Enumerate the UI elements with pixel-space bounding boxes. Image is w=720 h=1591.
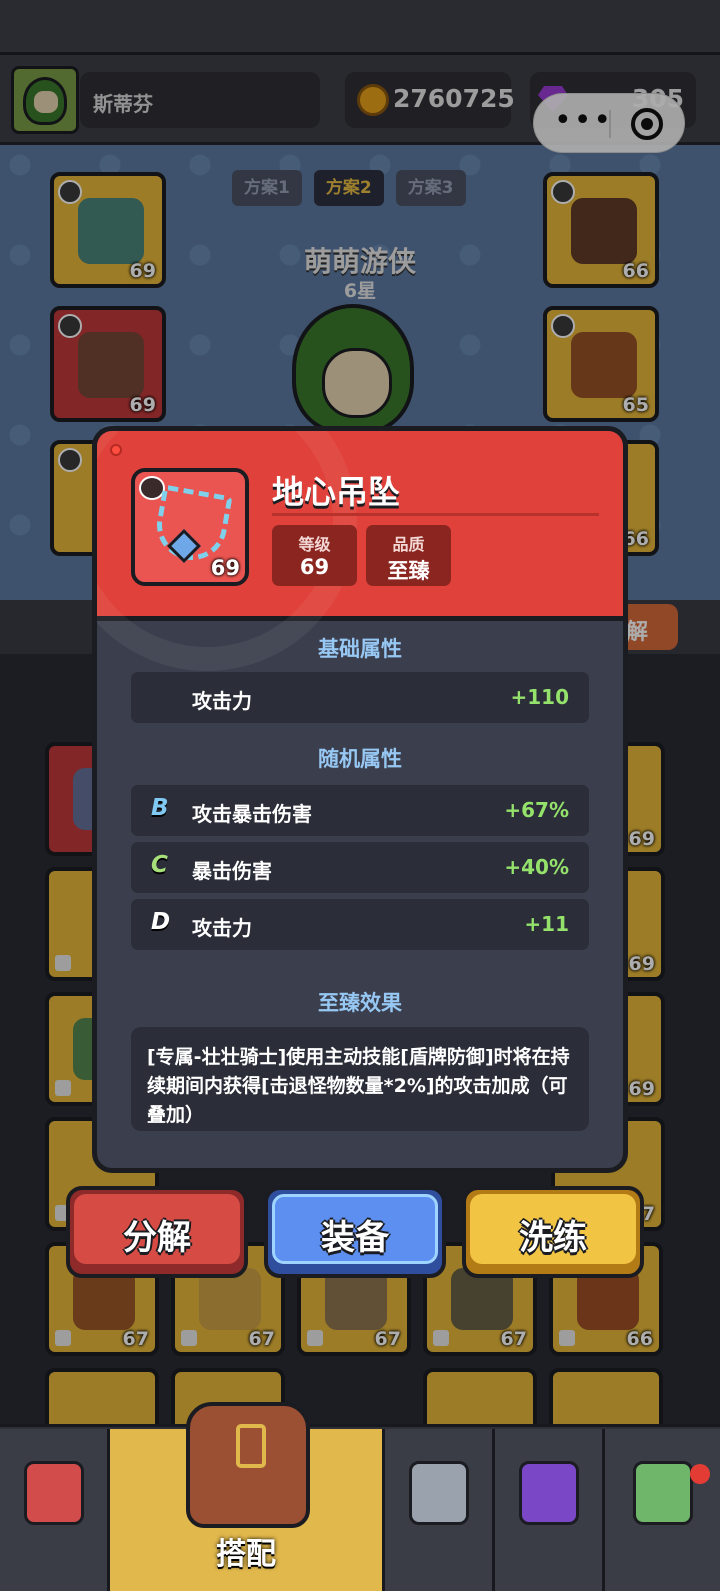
nav-book[interactable]	[495, 1429, 605, 1591]
item-level-box: 等级 69	[272, 525, 357, 586]
stat-name: 暴击伤害	[192, 859, 272, 883]
nav-map[interactable]	[605, 1429, 720, 1591]
map-icon	[632, 1461, 693, 1525]
random-stat-row: C 暴击伤害 +40%	[131, 842, 589, 893]
nav-battle[interactable]	[385, 1429, 495, 1591]
reforge-button[interactable]: 洗练	[462, 1186, 644, 1278]
random-stat-row: D 攻击力 +11	[131, 899, 589, 950]
bag-icon[interactable]	[186, 1402, 310, 1528]
notification-dot	[690, 1464, 710, 1484]
quality-label: 品质	[392, 535, 425, 554]
bottom-nav: 搭配	[0, 1424, 720, 1591]
stat-tier-badge: C	[151, 852, 168, 878]
stat-value: +11	[524, 912, 569, 936]
quality-value: 至臻	[387, 559, 430, 583]
decompose-label: 分解	[123, 1218, 191, 1258]
item-icon-frame: 69	[131, 468, 249, 586]
nav-loadout-label: 搭配	[216, 1537, 276, 1572]
top-bar	[0, 0, 720, 55]
equip-button[interactable]: 装备	[264, 1186, 446, 1278]
stat-value: +67%	[504, 798, 569, 822]
stat-tier-badge: D	[151, 909, 171, 935]
stat-tier-badge: B	[151, 795, 169, 821]
stat-name: 攻击暴击伤害	[192, 802, 312, 826]
item-name: 地心吊坠	[272, 473, 401, 511]
stat-value: +40%	[504, 855, 569, 879]
stat-name: 攻击力	[192, 689, 252, 713]
effect-description: [专属-壮壮骑士]使用主动技能[盾牌防御]时将在持续期间内获得[击退怪物数量*2…	[131, 1027, 589, 1131]
book-icon	[518, 1461, 579, 1525]
basic-stat-row: 攻击力 +110	[131, 672, 589, 723]
random-stat-row: B 攻击暴击伤害 +67%	[131, 785, 589, 836]
stat-name: 攻击力	[192, 916, 252, 940]
crossed-swords-icon	[408, 1461, 469, 1525]
shop-icon	[23, 1461, 84, 1525]
item-header: 69 地心吊坠 等级 69 品质 至臻	[97, 431, 623, 671]
pin-icon	[110, 444, 122, 456]
decompose-button[interactable]: 分解	[66, 1186, 248, 1278]
basic-attributes-title: 基础属性	[318, 637, 402, 661]
reforge-label: 洗练	[519, 1218, 587, 1258]
effect-title: 至臻效果	[318, 991, 402, 1015]
item-quality-box: 品质 至臻	[366, 525, 451, 586]
nav-shop[interactable]	[0, 1429, 110, 1591]
level-value: 69	[299, 555, 330, 579]
stat-value: +110	[510, 685, 569, 709]
item-detail-panel: 69 地心吊坠 等级 69 品质 至臻 基础属性 攻击力 +110 随机属性 B…	[92, 426, 628, 1173]
item-icon-level: 69	[210, 556, 240, 580]
level-label: 等级	[298, 535, 331, 554]
random-attributes-title: 随机属性	[318, 747, 402, 771]
equip-label: 装备	[321, 1218, 389, 1258]
